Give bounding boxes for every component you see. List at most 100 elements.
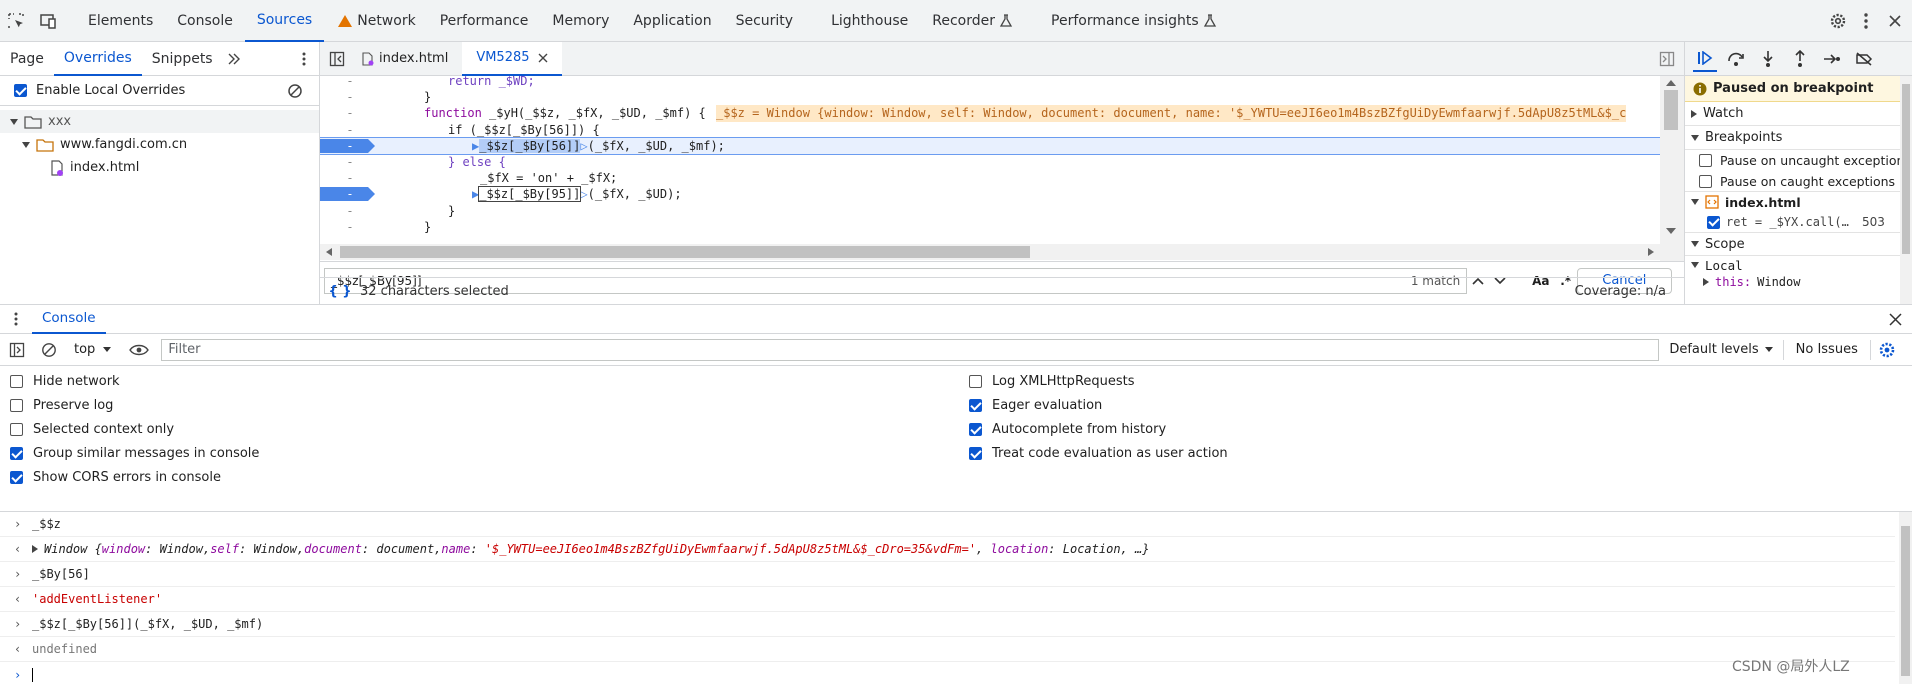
- more-options-icon[interactable]: [1854, 0, 1878, 42]
- tab-sources[interactable]: Sources: [244, 0, 325, 42]
- console-sidebar-icon[interactable]: [0, 334, 34, 366]
- inline-breakpoint-icon[interactable]: ▷: [580, 187, 587, 201]
- deactivate-breakpoints-icon[interactable]: [1851, 46, 1877, 72]
- option-selected-context[interactable]: Selected context only: [10, 422, 174, 437]
- tab-application[interactable]: Application: [621, 0, 723, 42]
- inspect-element-icon[interactable]: [0, 0, 32, 42]
- navigator-menu-icon[interactable]: [289, 42, 319, 76]
- console-settings-gear-icon[interactable]: [1871, 334, 1903, 366]
- editor-tab-index[interactable]: index.html: [354, 42, 462, 76]
- pause-uncaught-checkbox[interactable]: [1699, 154, 1712, 167]
- editor-tab-vm[interactable]: VM5285: [462, 41, 562, 76]
- console-input-entry[interactable]: › _$By[56]: [0, 562, 1895, 587]
- show-cors-checkbox[interactable]: [10, 471, 23, 484]
- tab-page[interactable]: Page: [0, 42, 54, 76]
- tab-lighthouse[interactable]: Lighthouse: [819, 0, 920, 42]
- debugger-scrollbar[interactable]: [1900, 76, 1912, 304]
- scroll-down-icon[interactable]: [1666, 228, 1676, 234]
- eager-evaluation-checkbox[interactable]: [969, 399, 982, 412]
- live-expression-eye-icon[interactable]: [121, 334, 157, 366]
- step-out-icon[interactable]: [1787, 46, 1813, 72]
- tab-elements[interactable]: Elements: [76, 0, 165, 42]
- step-icon[interactable]: [1819, 46, 1845, 72]
- tab-performance-insights[interactable]: Performance insights: [1039, 0, 1229, 42]
- tab-performance[interactable]: Performance: [428, 0, 541, 42]
- tab-snippets[interactable]: Snippets: [142, 42, 223, 76]
- option-hide-network[interactable]: Hide network: [10, 374, 120, 389]
- resume-icon[interactable]: [1693, 46, 1717, 72]
- step-into-icon[interactable]: [1755, 46, 1781, 72]
- option-user-action[interactable]: Treat code evaluation as user action: [969, 446, 1228, 461]
- settings-gear-icon[interactable]: [1822, 0, 1854, 42]
- inline-breakpoint-icon[interactable]: ▷: [580, 139, 587, 153]
- close-tab-icon[interactable]: [538, 53, 548, 63]
- line-gutter[interactable]: -: [320, 170, 380, 186]
- log-xhr-checkbox[interactable]: [969, 375, 982, 388]
- tab-console[interactable]: Console: [165, 0, 245, 42]
- scroll-left-icon[interactable]: [326, 248, 332, 256]
- log-levels-dropdown[interactable]: Default levels: [1659, 334, 1782, 366]
- more-tabs-chevron-icon[interactable]: [223, 42, 245, 76]
- scope-this-row[interactable]: this: Window: [1685, 274, 1912, 290]
- toggle-navigator-icon[interactable]: [320, 42, 354, 76]
- hide-network-checkbox[interactable]: [10, 375, 23, 388]
- line-gutter[interactable]: -: [320, 105, 380, 121]
- tab-recorder[interactable]: Recorder: [920, 0, 1025, 42]
- option-autocomplete[interactable]: Autocomplete from history: [969, 422, 1166, 437]
- drawer-menu-icon[interactable]: [0, 304, 32, 334]
- scope-section[interactable]: Scope: [1685, 232, 1912, 256]
- option-log-xhr[interactable]: Log XMLHttpRequests: [969, 374, 1135, 389]
- line-gutter[interactable]: -: [320, 186, 380, 202]
- tab-overrides[interactable]: Overrides: [53, 42, 142, 76]
- tab-network[interactable]: Network: [324, 0, 427, 42]
- console-input-entry[interactable]: › _$$z[_$By[56]](_$fX, _$UD, _$mf): [0, 612, 1895, 637]
- line-gutter[interactable]: -: [320, 154, 380, 170]
- breakpoint-file-row[interactable]: index.html: [1685, 192, 1912, 212]
- breakpoint-checkbox[interactable]: [1707, 215, 1720, 229]
- breakpoints-section[interactable]: Breakpoints: [1685, 126, 1912, 150]
- tree-file[interactable]: index.html: [0, 156, 319, 179]
- option-group-similar[interactable]: Group similar messages in console: [10, 446, 259, 461]
- device-toolbar-icon[interactable]: [32, 0, 64, 42]
- scrollbar-thumb[interactable]: [1664, 90, 1678, 130]
- autocomplete-checkbox[interactable]: [969, 423, 982, 436]
- line-gutter[interactable]: -: [320, 122, 380, 138]
- option-preserve-log[interactable]: Preserve log: [10, 398, 113, 413]
- clear-console-icon[interactable]: [34, 334, 64, 366]
- vertical-scrollbar[interactable]: [1660, 76, 1684, 261]
- option-eager-evaluation[interactable]: Eager evaluation: [969, 398, 1102, 413]
- horizontal-scrollbar[interactable]: [320, 244, 1660, 260]
- console-scrollbar[interactable]: [1899, 512, 1912, 684]
- console-prompt[interactable]: ›: [0, 662, 1895, 687]
- pause-caught-checkbox[interactable]: [1699, 174, 1712, 188]
- console-output-entry[interactable]: ‹ undefined: [0, 637, 1895, 662]
- group-similar-checkbox[interactable]: [10, 447, 23, 460]
- line-gutter[interactable]: -: [320, 76, 380, 89]
- tab-security[interactable]: Security: [724, 0, 806, 42]
- console-input-entry[interactable]: › _$$z: [0, 512, 1895, 537]
- line-gutter[interactable]: -: [320, 219, 380, 235]
- console-output-entry[interactable]: ‹ 'addEventListener': [0, 587, 1895, 612]
- scrollbar-thumb[interactable]: [1901, 526, 1910, 676]
- watch-section[interactable]: Watch: [1685, 102, 1912, 126]
- tab-memory[interactable]: Memory: [540, 0, 621, 42]
- close-devtools-icon[interactable]: [1878, 0, 1912, 42]
- expand-object-icon[interactable]: [32, 545, 38, 553]
- local-scope[interactable]: Local: [1685, 256, 1912, 274]
- drawer-tab-console[interactable]: Console: [32, 304, 106, 334]
- line-gutter[interactable]: -: [320, 89, 380, 105]
- issues-counter[interactable]: No Issues: [1784, 342, 1870, 357]
- preserve-log-checkbox[interactable]: [10, 399, 23, 412]
- selected-context-checkbox[interactable]: [10, 423, 23, 436]
- clear-overrides-icon[interactable]: [287, 83, 303, 99]
- code-view[interactable]: - return _$WD; -} - function _$yH(_$$z, _$…: [320, 76, 1660, 261]
- pretty-print-button[interactable]: { }: [320, 284, 360, 299]
- context-selector[interactable]: top: [64, 334, 121, 366]
- tree-folder[interactable]: www.fangdi.com.cn: [0, 133, 319, 156]
- scrollbar-thumb[interactable]: [1902, 84, 1910, 254]
- scrollbar-thumb[interactable]: [340, 246, 1030, 258]
- breakpoint-entry[interactable]: ret = _$YX.call(… 503: [1685, 212, 1912, 232]
- user-action-checkbox[interactable]: [969, 447, 982, 460]
- scroll-right-icon[interactable]: [1648, 248, 1654, 256]
- tree-root[interactable]: xxx: [0, 110, 319, 133]
